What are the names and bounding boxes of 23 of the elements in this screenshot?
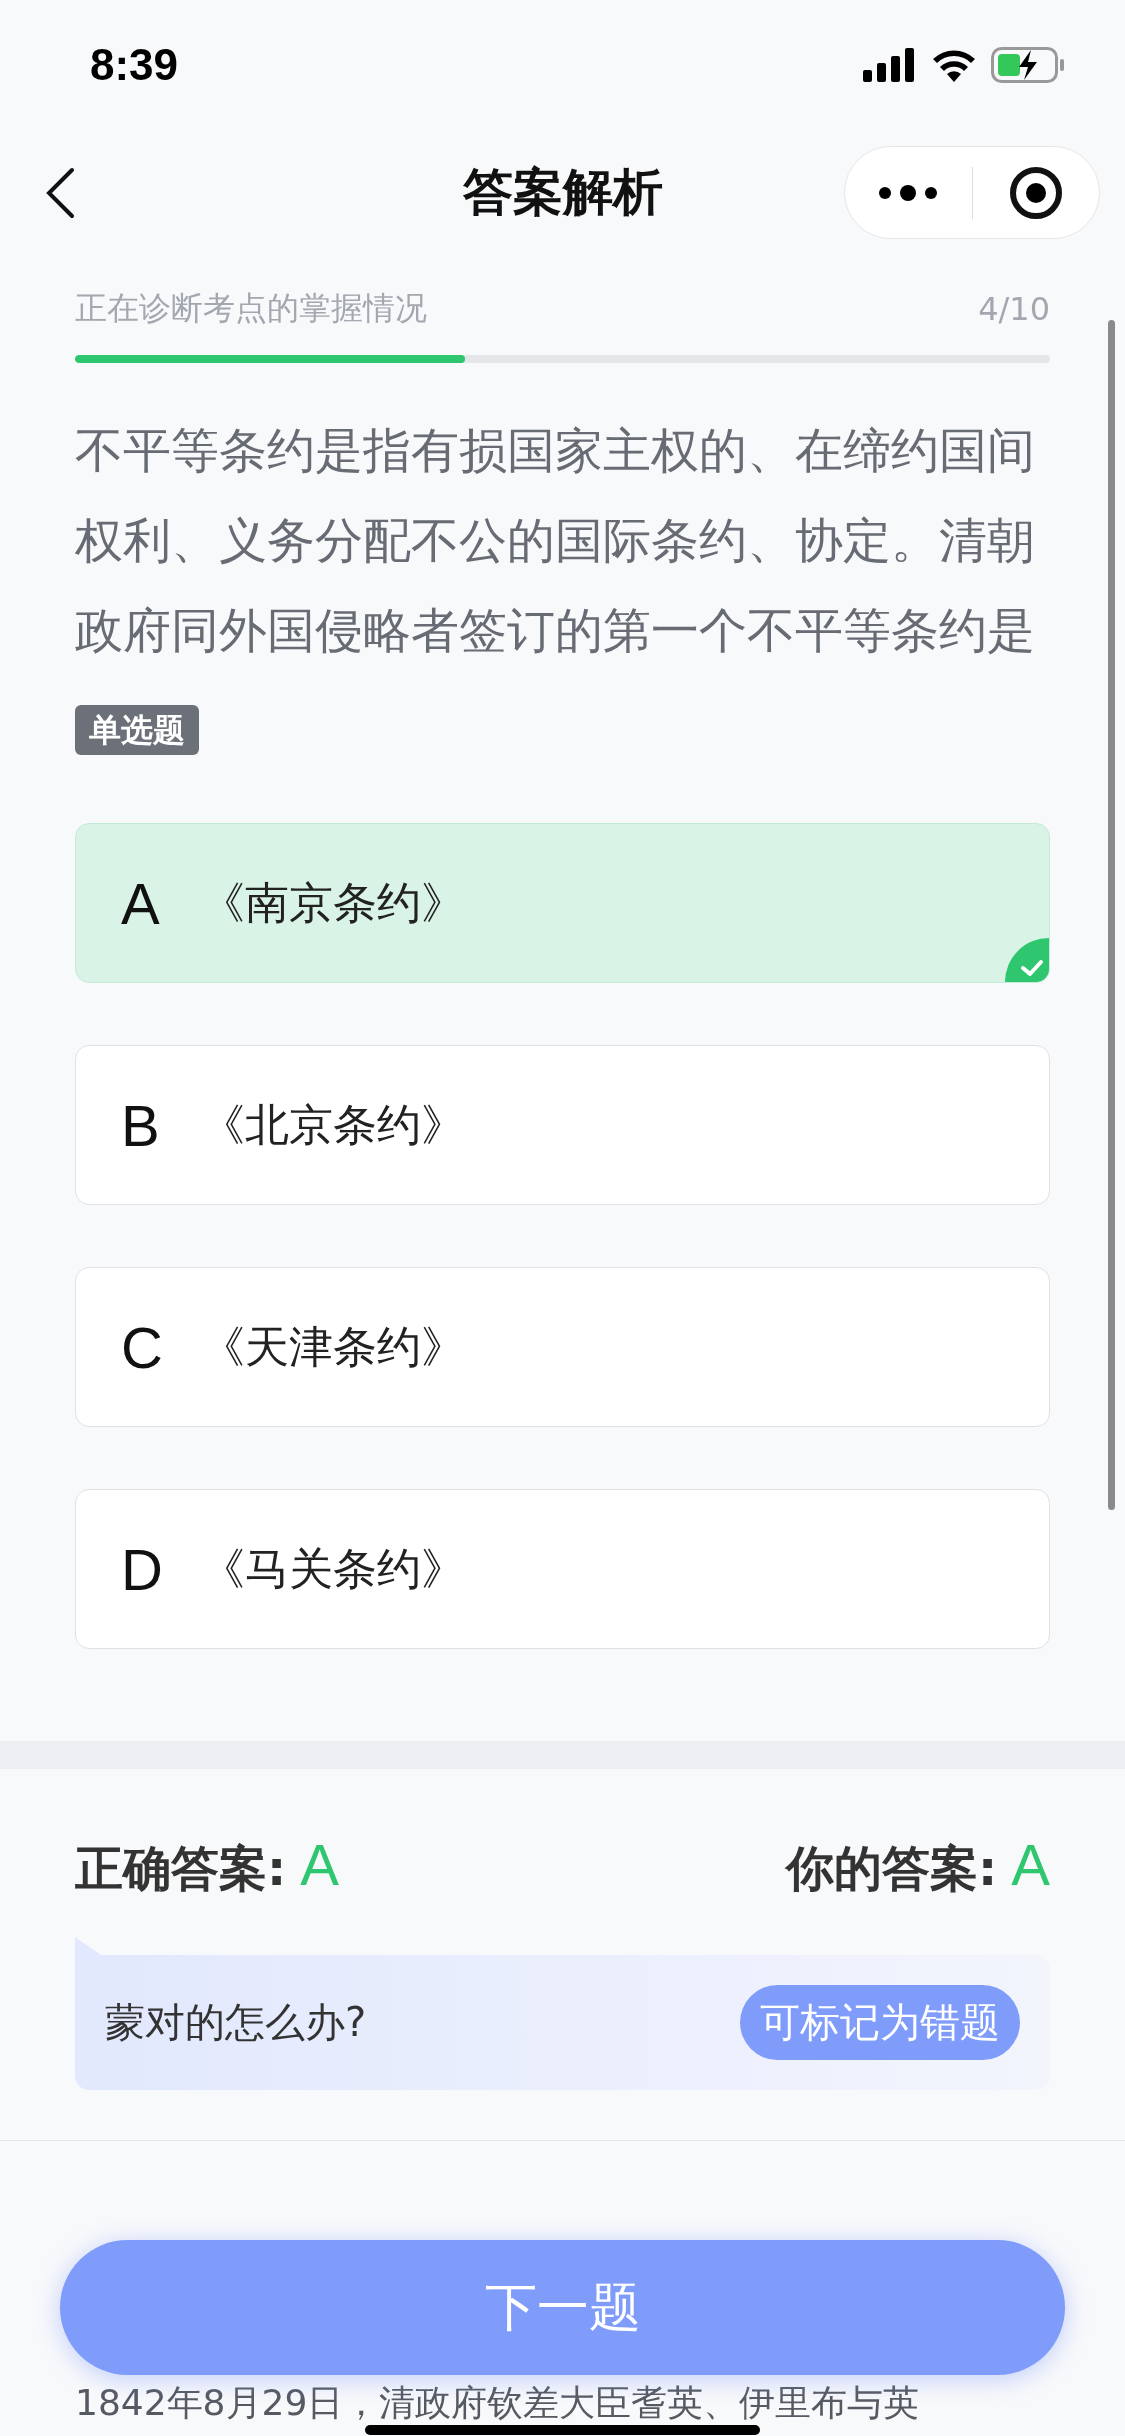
hint-text: 蒙对的怎么办?: [105, 1998, 367, 2047]
status-time: 8:39: [90, 40, 179, 90]
answer-option[interactable]: A 《南京条约》: [75, 823, 1050, 983]
battery-icon: [991, 47, 1065, 83]
progress-count: 4/10: [978, 290, 1050, 328]
question-text: 不平等条约是指有损国家主权的、在缔约国间权利、义务分配不公的国际条约、协定。清朝政府同外国侵略者签订的第一个不平等条约是: [75, 421, 1036, 660]
check-badge-icon: [1005, 938, 1049, 982]
signal-icon: [863, 48, 917, 82]
answer-option[interactable]: B 《北京条约》: [75, 1045, 1050, 1205]
wifi-icon: [931, 48, 977, 82]
answer-option[interactable]: C 《天津条约》: [75, 1267, 1050, 1427]
back-icon: [45, 166, 75, 219]
more-icon: [878, 184, 939, 201]
your-answer-value: A: [1011, 1831, 1050, 1898]
progress-label: 正在诊断考点的掌握情况: [75, 288, 427, 329]
explanation-text: 1842年8月29日，清政府钦差大臣耆英、伊里布与英: [75, 2381, 921, 2425]
target-icon: [1008, 165, 1063, 220]
question-type-tag: 单选题: [75, 705, 199, 755]
answer-option[interactable]: D 《马关条约》: [75, 1489, 1050, 1649]
correct-answer-value: A: [300, 1831, 339, 1898]
your-answer-label: 你的答案:: [786, 1839, 998, 1898]
correct-answer-label: 正确答案:: [75, 1839, 287, 1898]
page-title: 答案解析: [462, 162, 663, 223]
